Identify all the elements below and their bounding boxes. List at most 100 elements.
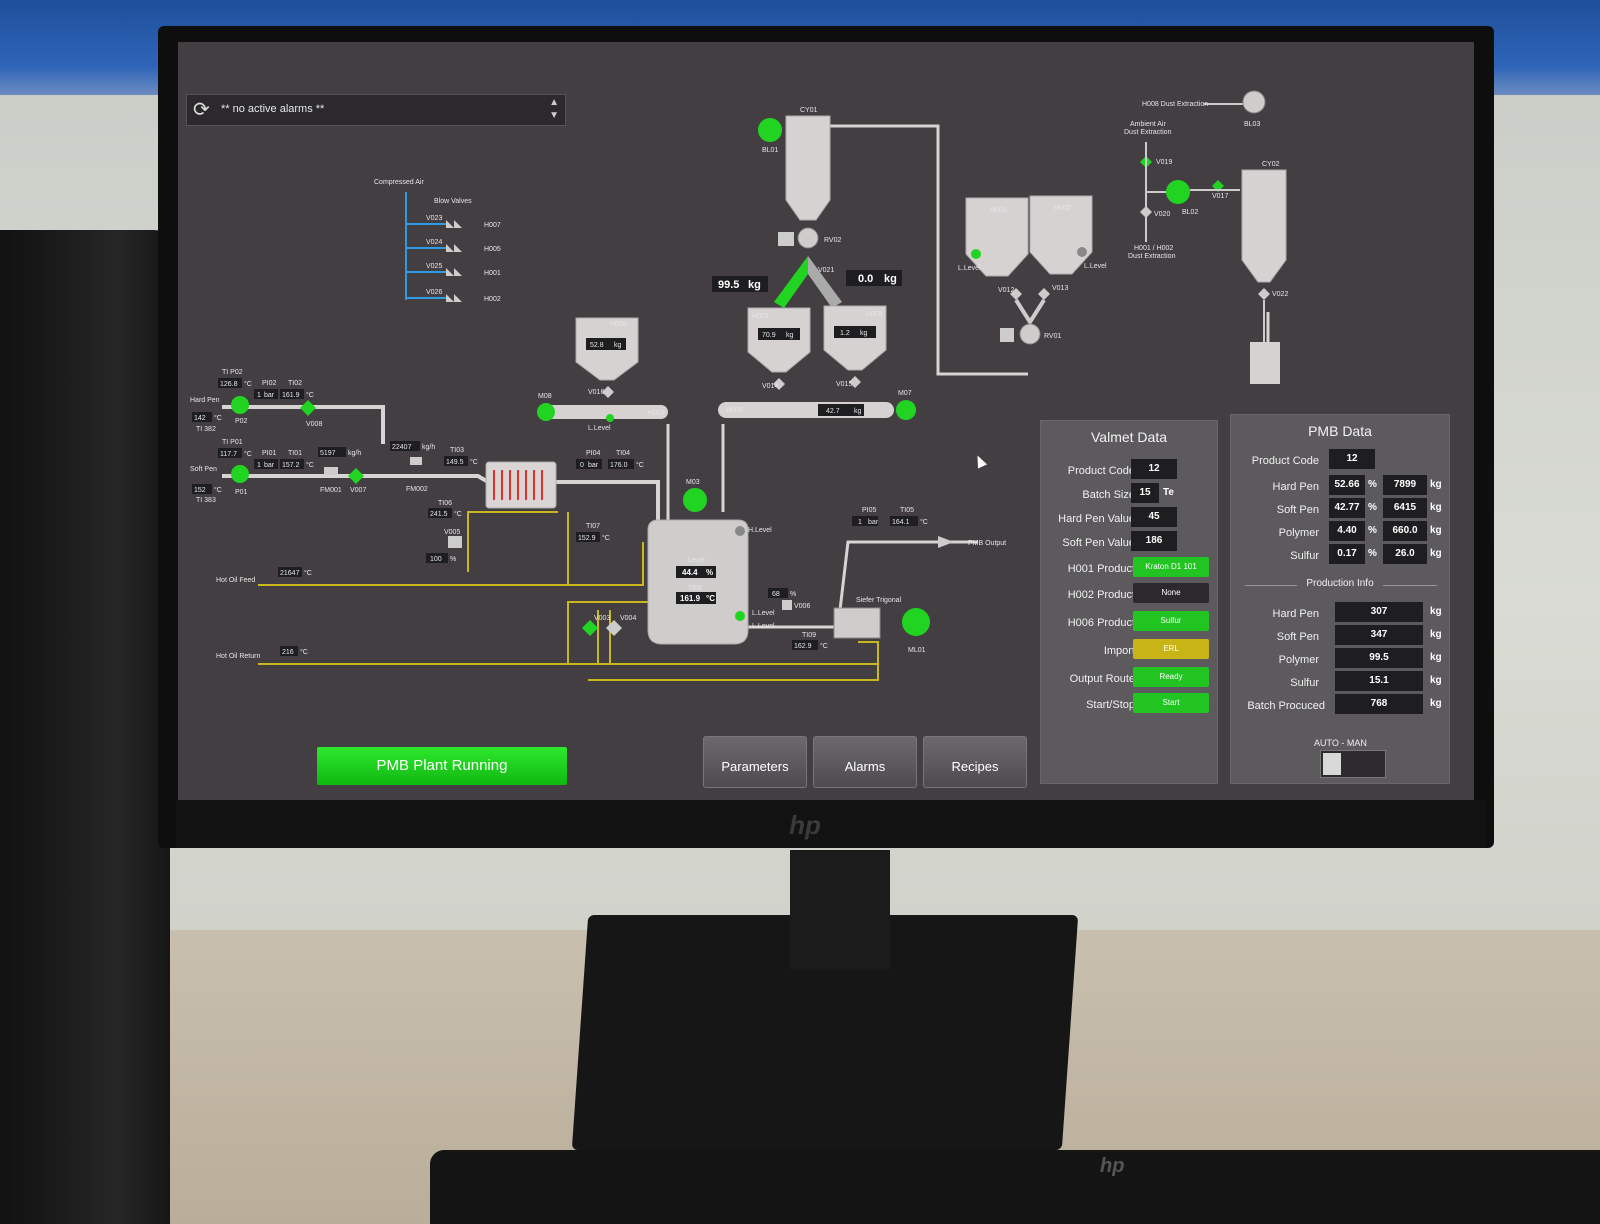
svg-text:°C: °C xyxy=(306,391,314,399)
soft-pen-pump-icon[interactable] xyxy=(231,465,249,483)
pmb-product-code-value: 12 xyxy=(1329,449,1375,469)
hot-oil-lines: Hot Oil Feed 21647 °C Hot Oil Return 216… xyxy=(216,567,636,660)
pmb-sulfur-kg: 26.0 xyxy=(1383,544,1427,564)
motor-m07-icon[interactable] xyxy=(896,400,916,420)
blow-valve-4[interactable]: V026 H002 xyxy=(426,289,501,303)
valmet-data-panel: Valmet Data Product Code 12 Batch Size 1… xyxy=(1040,420,1218,784)
blower-bl02-icon[interactable] xyxy=(1166,180,1190,204)
pmb-soft-pen-kg-unit: kg xyxy=(1430,502,1442,513)
auto-man-toggle[interactable] xyxy=(1320,750,1386,778)
svg-text:kg: kg xyxy=(614,342,622,349)
start-button[interactable]: Start xyxy=(1133,693,1209,713)
svg-text:TI02: TI02 xyxy=(288,380,302,387)
svg-text:TI 382: TI 382 xyxy=(196,426,216,433)
svg-text:kg/h: kg/h xyxy=(422,444,435,451)
output-route-status[interactable]: Ready xyxy=(1133,667,1209,687)
h001-product-label: H001 Product xyxy=(1067,563,1135,575)
import-status[interactable]: ERL xyxy=(1133,639,1209,659)
v006-valve-icon[interactable] xyxy=(782,600,792,610)
svg-text:V015: V015 xyxy=(836,381,852,388)
blow-valve-3[interactable]: V025 H001 xyxy=(426,263,501,277)
heat-exchanger-icon[interactable] xyxy=(485,461,557,509)
blow-valve-2[interactable]: V024 H005 xyxy=(426,239,501,253)
pmb-hard-pen-kg: 7899 xyxy=(1383,475,1427,495)
svg-text:TI08: TI08 xyxy=(688,585,702,592)
svg-text:H007: H007 xyxy=(484,222,501,229)
svg-text:152.9: 152.9 xyxy=(578,535,596,542)
production-polymer-value: 99.5 xyxy=(1335,648,1423,668)
h001-product-status[interactable]: Kraton D1 101 xyxy=(1133,557,1209,577)
svg-text:°C: °C xyxy=(214,414,222,422)
toggle-knob[interactable] xyxy=(1323,753,1341,775)
svg-text:°C: °C xyxy=(636,461,644,469)
svg-text:TI P01: TI P01 xyxy=(222,439,243,446)
svg-text:5197: 5197 xyxy=(320,450,336,457)
parameters-button[interactable]: Parameters xyxy=(703,736,807,788)
production-sulfur-unit: kg xyxy=(1430,675,1442,686)
mill-motor-ml01-icon[interactable] xyxy=(902,608,930,636)
svg-text:°C: °C xyxy=(304,569,312,577)
product-code-value: 12 xyxy=(1131,459,1177,479)
pmb-soft-pen-pct-unit: % xyxy=(1368,502,1377,513)
blower-bl01-icon[interactable] xyxy=(758,118,782,142)
hard-pen-pump-icon[interactable] xyxy=(231,396,249,414)
svg-text:0: 0 xyxy=(580,462,584,469)
production-divider-right xyxy=(1383,585,1437,586)
production-sulfur-value: 15.1 xyxy=(1335,671,1423,691)
v003-valve-icon[interactable] xyxy=(582,620,598,636)
svg-text:42.7: 42.7 xyxy=(826,408,840,415)
svg-text:L.Level: L.Level xyxy=(588,425,611,432)
svg-text:°C: °C xyxy=(602,534,610,542)
h006-product-status[interactable]: Sulfur xyxy=(1133,611,1209,631)
svg-text:TI09: TI09 xyxy=(802,632,816,639)
svg-text:99.5: 99.5 xyxy=(718,279,739,291)
output-route-label: Output Route xyxy=(1069,673,1135,685)
pmb-polymer-kg-unit: kg xyxy=(1430,525,1442,536)
batch-size-label: Batch Size xyxy=(1082,489,1135,501)
svg-text:BL03: BL03 xyxy=(1244,121,1260,128)
svg-text:H005: H005 xyxy=(726,407,743,414)
pmb-polymer-label: Polymer xyxy=(1278,527,1319,539)
svg-text:L.Level: L.Level xyxy=(752,610,775,617)
svg-text:1: 1 xyxy=(257,392,261,399)
svg-text:V023: V023 xyxy=(426,215,442,222)
ti06-instrument: TI06 241.5 °C V005 100 % xyxy=(426,500,462,563)
hopper-h003: H003 70.9 kg V014 xyxy=(747,307,811,390)
production-polymer-unit: kg xyxy=(1430,652,1442,663)
svg-text:Ambient Air: Ambient Air xyxy=(1130,121,1166,128)
blow-valve-1[interactable]: V023 H007 xyxy=(426,215,501,229)
svg-text:P02: P02 xyxy=(235,418,248,425)
batch-produced-unit: kg xyxy=(1430,698,1442,709)
start-stop-label: Start/Stop xyxy=(1086,699,1135,711)
v005-valve-icon[interactable] xyxy=(448,536,462,548)
pmb-sulfur-pct: 0.17 xyxy=(1329,544,1365,564)
h002-product-status[interactable]: None xyxy=(1133,583,1209,603)
pmb-soft-pen-kg: 6415 xyxy=(1383,498,1427,518)
product-code-label: Product Code xyxy=(1067,465,1135,477)
mixer-m03-icon[interactable] xyxy=(683,488,707,512)
pmb-title: PMB Data xyxy=(1308,423,1372,439)
v004-valve-icon[interactable] xyxy=(606,620,622,636)
svg-text:1.2: 1.2 xyxy=(840,330,850,337)
motor-m08-icon[interactable] xyxy=(537,403,555,421)
v007-valve-icon[interactable] xyxy=(348,468,364,484)
svg-text:FM001: FM001 xyxy=(320,487,342,494)
svg-text:BL02: BL02 xyxy=(1182,209,1198,216)
svg-text:°C: °C xyxy=(214,486,222,494)
soft-pen-line: Soft Pen TI P01 117.7 °C P01 PI01 1 bar … xyxy=(190,439,366,504)
svg-text:%: % xyxy=(790,591,796,598)
compressed-air-label: Compressed Air xyxy=(374,179,424,186)
svg-text:H001 / H002: H001 / H002 xyxy=(1134,245,1173,252)
svg-text:V013: V013 xyxy=(1052,285,1068,292)
pmb-hard-pen-kg-unit: kg xyxy=(1430,479,1442,490)
svg-text:176.0: 176.0 xyxy=(610,462,628,469)
v008-valve-icon[interactable] xyxy=(300,400,316,416)
mill-section: PI05 1 bar TI05 164.1 °C PMB Output 68 %… xyxy=(752,507,1006,654)
batch-size-unit: Te xyxy=(1163,487,1174,498)
svg-text:Hard Pen: Hard Pen xyxy=(190,397,220,404)
svg-text:161.9: 161.9 xyxy=(282,392,300,399)
recipes-button[interactable]: Recipes xyxy=(923,736,1027,788)
alarms-button[interactable]: Alarms xyxy=(813,736,917,788)
import-label: Import xyxy=(1103,645,1135,657)
svg-text:H005: H005 xyxy=(484,246,501,253)
